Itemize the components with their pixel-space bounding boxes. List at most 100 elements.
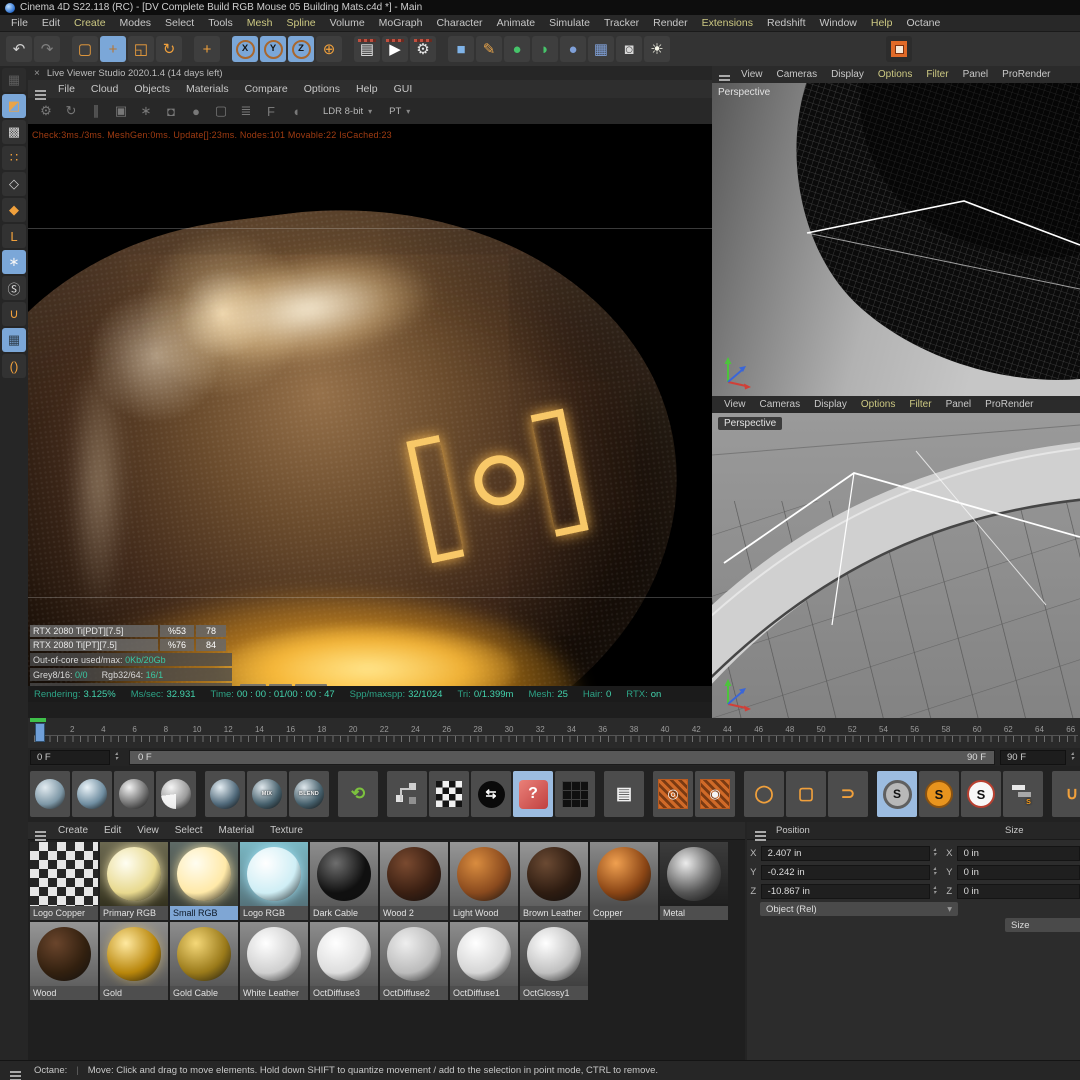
- menu-item[interactable]: Simulate: [542, 17, 597, 29]
- menu-item[interactable]: Help: [864, 17, 900, 29]
- close-icon[interactable]: ×: [34, 68, 40, 79]
- menu-item[interactable]: Tracker: [597, 17, 646, 29]
- menu-item[interactable]: Options: [871, 69, 919, 80]
- value-stepper[interactable]: ▴▾: [933, 886, 942, 896]
- material-item[interactable]: OctDiffuse3: [310, 922, 378, 1000]
- focus-pin-icon[interactable]: F: [261, 101, 281, 121]
- menu-item[interactable]: Cloud: [83, 83, 126, 95]
- octane-layer-tag-icon[interactable]: s: [1003, 771, 1043, 817]
- menu-icon[interactable]: [33, 825, 50, 836]
- frame-stepper[interactable]: ▴▾: [115, 752, 124, 762]
- menu-item[interactable]: File: [50, 83, 83, 95]
- workplane-icon[interactable]: L: [2, 224, 26, 248]
- picture-icon[interactable]: ▢: [211, 101, 231, 121]
- portal-material-icon[interactable]: [205, 771, 245, 817]
- node-editor-icon[interactable]: [387, 771, 427, 817]
- material-item[interactable]: Logo Copper: [30, 842, 98, 920]
- menu-item[interactable]: Cameras: [770, 69, 825, 80]
- menu-item[interactable]: Options: [854, 399, 902, 410]
- polygons-mode-icon[interactable]: ◆: [2, 198, 26, 222]
- y-axis-lock-icon[interactable]: Y: [260, 36, 286, 62]
- points-mode-icon[interactable]: ∷: [2, 146, 26, 170]
- menu-item[interactable]: Animate: [490, 17, 543, 29]
- current-frame-field[interactable]: 0 F: [30, 750, 110, 765]
- viewport-shaded[interactable]: ViewCamerasDisplayOptionsFilterPanelProR…: [712, 396, 1080, 718]
- render-view-icon[interactable]: ▤: [354, 36, 380, 62]
- position-field[interactable]: -0.242 in: [761, 865, 931, 880]
- menu-item[interactable]: Filter: [919, 69, 955, 80]
- light-icon[interactable]: ☀: [644, 36, 670, 62]
- menu-item[interactable]: Window: [813, 17, 864, 29]
- viewport-wireframe[interactable]: ViewCamerasDisplayOptionsFilterPanelProR…: [712, 66, 1080, 396]
- gear-icon[interactable]: ⚙: [36, 101, 56, 121]
- material-item[interactable]: White Leather: [240, 922, 308, 1000]
- menu-item[interactable]: File: [4, 17, 35, 29]
- lock-resolution-icon[interactable]: ◘: [161, 101, 181, 121]
- menu-item[interactable]: Compare: [237, 83, 296, 95]
- size-field[interactable]: 0 in: [957, 846, 1080, 861]
- rect-select-icon[interactable]: ▢: [786, 771, 826, 817]
- material-item[interactable]: Gold: [100, 922, 168, 1000]
- brackets-icon[interactable]: (): [2, 354, 26, 378]
- menu-item[interactable]: Octane: [899, 17, 947, 29]
- menu-item[interactable]: ProRender: [978, 399, 1040, 410]
- octane-object-tag-icon[interactable]: S: [877, 771, 917, 817]
- redo-icon[interactable]: ↷: [34, 36, 60, 62]
- coordinate-space-dropdown[interactable]: Object (Rel) ▾: [760, 902, 958, 916]
- checker-texture-icon[interactable]: [429, 771, 469, 817]
- octane-tag-icon[interactable]: Ⓢ: [2, 276, 26, 300]
- material-item[interactable]: Light Wood: [450, 842, 518, 920]
- menu-item[interactable]: Panel: [939, 399, 979, 410]
- library-icon[interactable]: ▤: [604, 771, 644, 817]
- menu-item[interactable]: MoGraph: [372, 17, 430, 29]
- preview-range-slider[interactable]: 0 F 90 F: [129, 750, 995, 765]
- passes-icon[interactable]: ≣: [236, 101, 256, 121]
- menu-item[interactable]: Material: [211, 825, 263, 836]
- menu-item[interactable]: Render: [646, 17, 694, 29]
- menu-item[interactable]: Help: [348, 83, 386, 95]
- diffuse-material-icon[interactable]: [30, 771, 70, 817]
- octane-camera-tag-icon[interactable]: S: [919, 771, 959, 817]
- menu-item[interactable]: ProRender: [995, 69, 1057, 80]
- menu-item[interactable]: Spline: [279, 17, 322, 29]
- menu-item[interactable]: Character: [429, 17, 489, 29]
- menu-item[interactable]: Objects: [126, 83, 178, 95]
- x-axis-lock-icon[interactable]: X: [232, 36, 258, 62]
- live-selection-icon[interactable]: ▢: [72, 36, 98, 62]
- octane-logo-button[interactable]: [886, 36, 912, 62]
- menu-icon[interactable]: [747, 825, 770, 836]
- menu-item[interactable]: Redshift: [760, 17, 813, 29]
- material-item[interactable]: Logo RGB: [240, 842, 308, 920]
- size-field[interactable]: 0 in: [957, 884, 1080, 899]
- material-item[interactable]: Wood: [30, 922, 98, 1000]
- material-item[interactable]: Wood 2: [380, 842, 448, 920]
- move-icon[interactable]: +: [100, 36, 126, 62]
- menu-item[interactable]: Options: [296, 83, 348, 95]
- shuffle-icon[interactable]: ⇆: [471, 771, 511, 817]
- deformer-icon[interactable]: ●: [504, 36, 530, 62]
- scale-icon[interactable]: ◱: [128, 36, 154, 62]
- camera-icon[interactable]: ◙: [616, 36, 642, 62]
- pen-icon[interactable]: ✎: [476, 36, 502, 62]
- menu-icon[interactable]: [717, 69, 734, 80]
- universal-material-icon[interactable]: [156, 771, 196, 817]
- material-item[interactable]: Primary RGB: [100, 842, 168, 920]
- menu-item[interactable]: Display: [807, 399, 854, 410]
- size-field[interactable]: 0 in: [957, 865, 1080, 880]
- position-field[interactable]: 2.407 in: [761, 846, 931, 861]
- magnet-icon[interactable]: ∪: [1052, 771, 1080, 817]
- menu-item[interactable]: Edit: [96, 825, 129, 836]
- octane-light-tag-icon[interactable]: S: [961, 771, 1001, 817]
- bake-camera-icon[interactable]: ◉: [695, 771, 735, 817]
- glossy-material-icon[interactable]: [72, 771, 112, 817]
- clay-mode-icon[interactable]: ●: [186, 101, 206, 121]
- render-view[interactable]: Check:3ms./3ms. MeshGen:0ms. Update[]:23…: [28, 124, 712, 702]
- undo-icon[interactable]: ↶: [6, 36, 32, 62]
- z-axis-lock-icon[interactable]: Z: [288, 36, 314, 62]
- menu-item[interactable]: View: [734, 69, 770, 80]
- field-icon[interactable]: ◗: [532, 36, 558, 62]
- material-item[interactable]: OctDiffuse2: [380, 922, 448, 1000]
- timeline-playhead[interactable]: [35, 723, 45, 742]
- end-frame-field[interactable]: 90 F: [1000, 750, 1066, 765]
- menu-item[interactable]: Select: [167, 825, 211, 836]
